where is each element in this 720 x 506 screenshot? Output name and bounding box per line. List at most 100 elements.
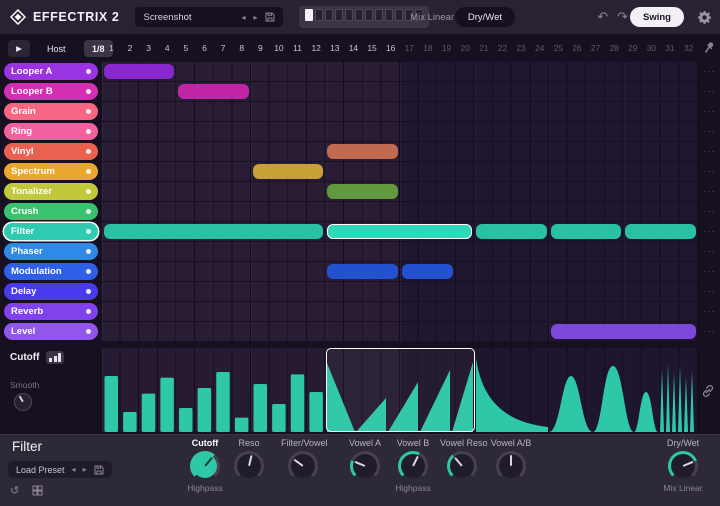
link-icon[interactable] (701, 384, 715, 403)
step-number[interactable]: 29 (624, 41, 643, 56)
knob-vowel-a-b[interactable]: Vowel A/B (489, 437, 533, 481)
track-enable-dot[interactable] (86, 189, 91, 194)
track-pill-spectrum[interactable]: Spectrum (4, 163, 98, 180)
preset-next-icon[interactable]: ▸ (253, 13, 257, 22)
effect-preset-label[interactable]: Load Preset (16, 465, 65, 475)
knob-vowel-b[interactable]: Vowel B Highpass (391, 437, 435, 493)
step-number[interactable]: 5 (177, 41, 196, 56)
track-enable-dot[interactable] (86, 89, 91, 94)
track-lane[interactable] (102, 202, 698, 221)
knob-ring[interactable] (496, 451, 526, 481)
preset-prev-icon[interactable]: ◂ (241, 13, 245, 22)
track-enable-dot[interactable] (86, 149, 91, 154)
knob-vowel-reso[interactable]: Vowel Reso (440, 437, 488, 481)
knob-cutoff[interactable]: Cutoff Highpass (183, 437, 227, 493)
knob-body[interactable] (401, 454, 425, 478)
play-button[interactable]: ▶ (8, 40, 30, 57)
track-lane[interactable] (102, 182, 698, 201)
track-enable-dot[interactable] (86, 309, 91, 314)
save-icon[interactable] (265, 12, 275, 22)
effect-preset-prev-icon[interactable]: ◂ (72, 465, 76, 474)
row-menu-button[interactable]: ··· (701, 202, 718, 221)
track-pill-reverb[interactable]: Reverb (4, 303, 98, 320)
track-lane[interactable] (102, 62, 698, 81)
step-number[interactable]: 27 (586, 41, 605, 56)
copy-bank-icon[interactable] (32, 485, 43, 496)
redo-icon[interactable]: ↷ (617, 0, 628, 34)
step-number[interactable]: 2 (121, 41, 140, 56)
effect-preset-next-icon[interactable]: ▸ (83, 465, 87, 474)
effect-block[interactable] (252, 164, 323, 179)
track-pill-looper-a[interactable]: Looper A (4, 63, 98, 80)
step-number[interactable]: 32 (679, 41, 698, 56)
track-lane[interactable] (102, 122, 698, 141)
knob-ring[interactable] (668, 451, 698, 481)
step-number[interactable]: 14 (344, 41, 363, 56)
knob-ring[interactable] (190, 451, 220, 481)
step-number[interactable]: 7 (214, 41, 233, 56)
row-menu-button[interactable]: ··· (701, 122, 718, 141)
knob-ring[interactable] (398, 451, 428, 481)
knob-ring[interactable] (447, 451, 477, 481)
step-number[interactable]: 25 (549, 41, 568, 56)
pattern-key[interactable] (375, 9, 384, 21)
effect-block[interactable] (476, 224, 547, 239)
step-number[interactable]: 19 (437, 41, 456, 56)
host-sync-button[interactable]: Host (36, 40, 77, 57)
pattern-key[interactable] (315, 9, 324, 21)
row-menu-button[interactable]: ··· (701, 302, 718, 321)
step-number[interactable]: 17 (400, 41, 419, 56)
track-pill-tonalizer[interactable]: Tonalizer (4, 183, 98, 200)
knob-vowel-a[interactable]: Vowel A (343, 437, 387, 481)
effect-block[interactable] (550, 324, 696, 339)
step-number[interactable]: 20 (456, 41, 475, 56)
step-number[interactable]: 3 (139, 41, 158, 56)
drywet-mode-button[interactable]: Dry/Wet (454, 7, 515, 27)
track-enable-dot[interactable] (86, 129, 91, 134)
track-lane[interactable] (102, 242, 698, 261)
step-number[interactable]: 8 (232, 41, 251, 56)
step-number[interactable]: 9 (251, 41, 270, 56)
pattern-key[interactable] (325, 9, 334, 21)
track-pill-looper-b[interactable]: Looper B (4, 83, 98, 100)
step-number[interactable]: 4 (158, 41, 177, 56)
effect-block[interactable] (327, 144, 398, 159)
track-enable-dot[interactable] (86, 249, 91, 254)
smooth-knob[interactable] (14, 393, 32, 411)
step-number[interactable]: 16 (381, 41, 400, 56)
effect-preset-box[interactable]: Load Preset ◂ ▸ (8, 461, 112, 478)
knob-body[interactable] (237, 454, 261, 478)
track-lane[interactable] (102, 102, 698, 121)
row-menu-button[interactable]: ··· (701, 82, 718, 101)
pattern-key[interactable] (385, 9, 394, 21)
step-number[interactable]: 21 (475, 41, 494, 56)
row-menu-button[interactable]: ··· (701, 222, 718, 241)
row-menu-button[interactable]: ··· (701, 142, 718, 161)
step-number[interactable]: 6 (195, 41, 214, 56)
step-number[interactable]: 10 (270, 41, 289, 56)
gear-icon[interactable] (697, 0, 712, 34)
effect-block[interactable] (103, 224, 323, 239)
step-number[interactable]: 22 (493, 41, 512, 56)
knob-ring[interactable] (234, 451, 264, 481)
undo-icon[interactable]: ↶ (597, 0, 608, 34)
pattern-key[interactable] (365, 9, 374, 21)
track-enable-dot[interactable] (86, 329, 91, 334)
global-preset-box[interactable]: Screenshot ◂ ▸ (135, 7, 284, 27)
step-number[interactable]: 28 (605, 41, 624, 56)
pattern-key[interactable] (305, 9, 314, 21)
track-pill-filter[interactable]: Filter (4, 223, 98, 240)
step-number[interactable]: 18 (419, 41, 438, 56)
row-menu-button[interactable]: ··· (701, 182, 718, 201)
effect-block[interactable] (327, 264, 398, 279)
row-menu-button[interactable]: ··· (701, 102, 718, 121)
knob-body[interactable] (499, 454, 523, 478)
step-number[interactable]: 12 (307, 41, 326, 56)
row-menu-button[interactable]: ··· (701, 162, 718, 181)
knob-body[interactable] (291, 454, 315, 478)
track-pill-grain[interactable]: Grain (4, 103, 98, 120)
step-number[interactable]: 24 (530, 41, 549, 56)
track-lane[interactable] (102, 282, 698, 301)
row-menu-button[interactable]: ··· (701, 262, 718, 281)
track-enable-dot[interactable] (86, 109, 91, 114)
